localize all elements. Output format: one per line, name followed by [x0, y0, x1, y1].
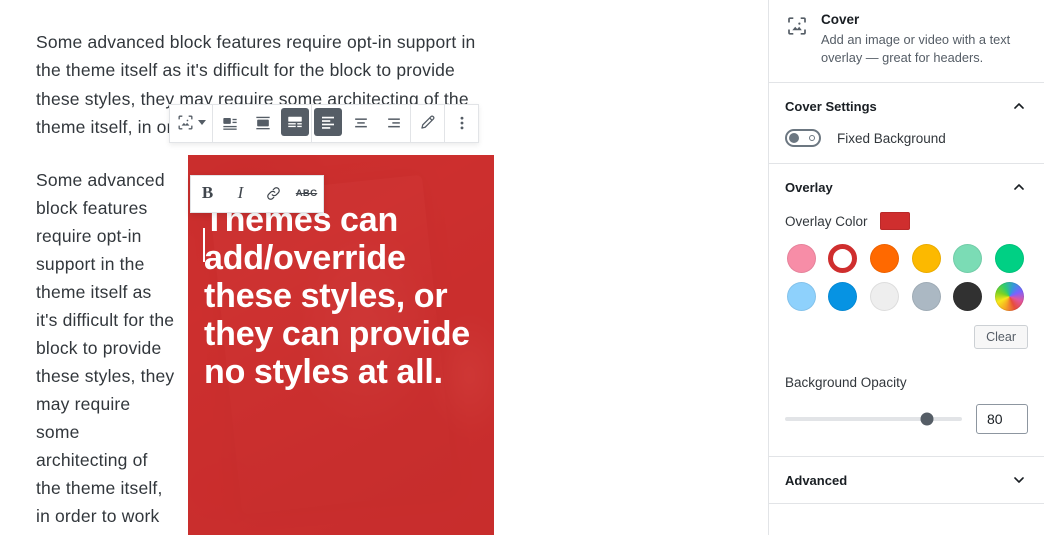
text-cursor	[203, 228, 205, 262]
swatch-very-dark-gray[interactable]	[953, 282, 983, 311]
edit-media-button[interactable]	[411, 105, 444, 140]
block-info-card: Cover Add an image or video with a text …	[769, 0, 1044, 83]
swatch-vivid-green-cyan[interactable]	[995, 244, 1025, 273]
panel-cover-settings: Cover Settings Fixed Background	[769, 83, 1044, 164]
overlay-color-row: Overlay Color	[785, 212, 1028, 230]
swatch-cyan-bluish-gray[interactable]	[911, 282, 941, 311]
panel-cover-settings-header[interactable]: Cover Settings	[785, 83, 1028, 129]
text-align-left-button[interactable]	[314, 108, 342, 136]
swatch-very-light-gray[interactable]	[870, 282, 900, 311]
strikethrough-button[interactable]: ABC	[290, 176, 323, 210]
color-swatch-grid	[785, 244, 1028, 311]
block-type-group	[170, 105, 213, 142]
toggle-knob	[789, 133, 799, 143]
align-center-button[interactable]	[246, 105, 279, 140]
swatch-custom-color[interactable]	[995, 282, 1025, 311]
fixed-background-row: Fixed Background	[785, 129, 1028, 163]
text-alignment-group	[312, 105, 411, 142]
cover-block-icon	[176, 113, 195, 132]
panel-overlay-title: Overlay	[785, 179, 833, 195]
bold-button[interactable]: B	[191, 176, 224, 210]
swatch-vivid-cyan-blue[interactable]	[828, 282, 858, 311]
block-toolbar	[169, 104, 479, 143]
cover-heading-text[interactable]: Themes can add/override these styles, or…	[204, 201, 480, 391]
panel-advanced-header[interactable]: Advanced	[785, 457, 1028, 503]
background-opacity-label: Background Opacity	[785, 375, 907, 390]
inline-format-toolbar: B I ABC	[190, 175, 324, 213]
chevron-down-icon	[198, 120, 206, 125]
swatch-vivid-red[interactable]	[828, 244, 858, 273]
block-description: Add an image or video with a text overla…	[821, 32, 1011, 65]
panel-overlay: Overlay Overlay Color Clear Background O…	[769, 164, 1044, 457]
clear-color-button[interactable]: Clear	[974, 325, 1028, 349]
swatch-pale-cyan-blue[interactable]	[786, 282, 816, 311]
panel-overlay-header[interactable]: Overlay	[785, 164, 1028, 210]
link-icon	[265, 185, 282, 202]
block-settings-sidebar: Cover Add an image or video with a text …	[768, 0, 1044, 535]
text-align-right-button[interactable]	[377, 105, 410, 140]
wordpress-block-editor: Some advanced block features require opt…	[0, 0, 1044, 535]
panel-advanced: Advanced	[769, 457, 1044, 504]
chevron-up-icon[interactable]	[1010, 97, 1028, 115]
cover-block-icon	[785, 14, 809, 66]
fixed-background-label: Fixed Background	[837, 130, 946, 146]
paragraph-block-side[interactable]: Some advanced block features require opt…	[36, 166, 176, 535]
panel-advanced-title: Advanced	[785, 472, 848, 488]
block-info-text: Cover Add an image or video with a text …	[821, 12, 1028, 66]
link-button[interactable]	[257, 176, 290, 210]
block-title: Cover	[821, 12, 860, 27]
vertical-dots-icon	[453, 114, 471, 132]
edit-media-group	[411, 105, 445, 142]
swatch-luminous-amber[interactable]	[911, 244, 941, 273]
more-options-button[interactable]	[445, 105, 478, 140]
slider-thumb[interactable]	[920, 412, 934, 426]
background-opacity-row: 80	[785, 390, 1028, 456]
panel-cover-settings-title: Cover Settings	[785, 98, 877, 114]
toggle-track-dot	[809, 135, 815, 141]
italic-button[interactable]: I	[224, 176, 257, 210]
clear-color-row: Clear	[785, 325, 1028, 363]
chevron-down-icon[interactable]	[1010, 471, 1028, 489]
block-type-cover-button[interactable]	[170, 105, 212, 140]
swatch-pale-pink[interactable]	[786, 244, 816, 273]
editor-canvas: Some advanced block features require opt…	[0, 0, 768, 535]
fixed-background-toggle[interactable]	[785, 129, 821, 147]
block-alignment-group	[213, 105, 312, 142]
background-opacity-slider[interactable]	[785, 412, 962, 426]
align-left-button[interactable]	[213, 105, 246, 140]
overlay-color-chip[interactable]	[879, 212, 910, 230]
swatch-luminous-orange[interactable]	[870, 244, 900, 273]
chevron-up-icon[interactable]	[1010, 178, 1028, 196]
align-full-width-button[interactable]	[281, 108, 309, 136]
more-options-group	[445, 105, 478, 142]
text-align-center-button[interactable]	[344, 105, 377, 140]
swatch-light-green-cyan[interactable]	[953, 244, 983, 273]
overlay-color-label: Overlay Color	[785, 213, 868, 229]
background-opacity-input[interactable]: 80	[976, 404, 1028, 434]
pencil-icon	[418, 113, 437, 132]
